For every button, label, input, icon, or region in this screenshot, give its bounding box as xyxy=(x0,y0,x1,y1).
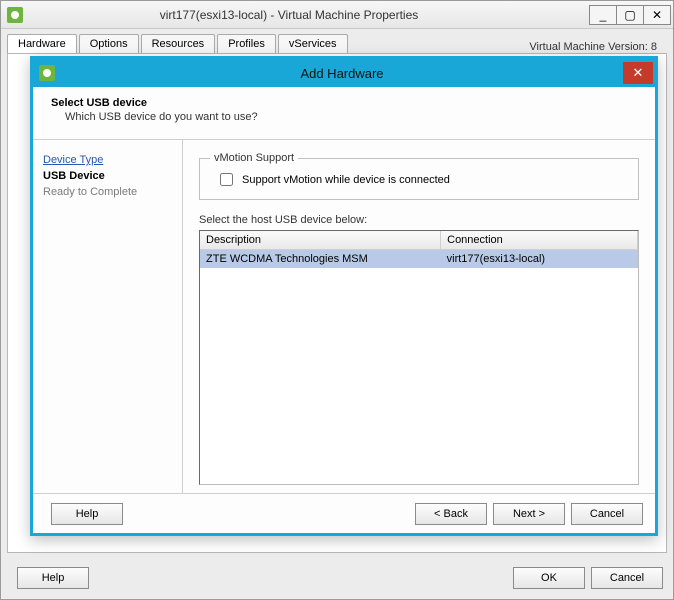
vmotion-support-group: vMotion Support Support vMotion while de… xyxy=(199,152,639,200)
table-row[interactable]: ZTE WCDMA Technologies MSM virt177(esxi1… xyxy=(200,250,638,269)
add-hardware-dialog: Add Hardware ✕ Select USB device Which U… xyxy=(30,56,658,536)
col-connection[interactable]: Connection xyxy=(441,231,638,250)
help-button[interactable]: Help xyxy=(17,567,89,589)
maximize-icon: ▢ xyxy=(624,9,635,21)
tab-hardware[interactable]: Hardware xyxy=(7,34,77,53)
tab-resources[interactable]: Resources xyxy=(141,34,216,53)
minimize-button[interactable]: _ xyxy=(589,5,617,25)
tab-profiles[interactable]: Profiles xyxy=(217,34,276,53)
vm-properties-footer: Help OK Cancel xyxy=(11,567,663,589)
close-button[interactable]: ✕ xyxy=(643,5,671,25)
add-hardware-titlebar[interactable]: Add Hardware ✕ xyxy=(33,59,655,87)
vmotion-checkbox[interactable] xyxy=(220,173,233,186)
back-button[interactable]: < Back xyxy=(415,503,487,525)
wizard-step-usb-device: USB Device xyxy=(43,168,172,184)
window-controls: _ ▢ ✕ xyxy=(589,5,671,25)
vm-version-label: Virtual Machine Version: 8 xyxy=(529,41,667,53)
wizard-step-subtitle: Which USB device do you want to use? xyxy=(65,111,637,123)
vmotion-checkbox-row[interactable]: Support vMotion while device is connecte… xyxy=(216,170,628,189)
wizard-main: Device Type USB Device Ready to Complete… xyxy=(33,140,655,493)
usb-device-table: Description Connection ZTE WCDMA Technol… xyxy=(199,230,639,485)
next-button[interactable]: Next > xyxy=(493,503,565,525)
dialog-close-button[interactable]: ✕ xyxy=(623,62,653,84)
usb-select-prompt: Select the host USB device below: xyxy=(199,214,639,226)
wizard-content: vMotion Support Support vMotion while de… xyxy=(183,140,655,493)
wizard-nav: Device Type USB Device Ready to Complete xyxy=(33,140,183,493)
vsphere-icon xyxy=(39,65,55,81)
add-hardware-body: Select USB device Which USB device do yo… xyxy=(33,87,655,533)
table-header-row: Description Connection xyxy=(200,231,638,250)
cancel-button[interactable]: Cancel xyxy=(591,567,663,589)
maximize-button[interactable]: ▢ xyxy=(616,5,644,25)
tab-options[interactable]: Options xyxy=(79,34,139,53)
ok-button[interactable]: OK xyxy=(513,567,585,589)
cancel-button[interactable]: Cancel xyxy=(571,503,643,525)
vmotion-checkbox-label: Support vMotion while device is connecte… xyxy=(242,174,450,186)
wizard-step-title: Select USB device xyxy=(51,97,637,109)
wizard-step-device-type[interactable]: Device Type xyxy=(43,152,172,168)
wizard-header: Select USB device Which USB device do yo… xyxy=(33,87,655,140)
cell-connection: virt177(esxi13-local) xyxy=(441,250,638,269)
wizard-step-ready: Ready to Complete xyxy=(43,184,172,200)
vm-properties-titlebar[interactable]: virt177(esxi13-local) - Virtual Machine … xyxy=(1,1,673,29)
add-hardware-footer: Help < Back Next > Cancel xyxy=(33,493,655,533)
close-icon: ✕ xyxy=(633,65,644,81)
cell-description: ZTE WCDMA Technologies MSM xyxy=(200,250,441,269)
vmotion-legend: vMotion Support xyxy=(210,152,298,164)
add-hardware-title: Add Hardware xyxy=(61,66,623,81)
tab-strip: Hardware Options Resources Profiles vSer… xyxy=(1,29,673,53)
close-icon: ✕ xyxy=(652,9,662,21)
vsphere-icon xyxy=(7,7,23,23)
col-description[interactable]: Description xyxy=(200,231,441,250)
tab-vservices[interactable]: vServices xyxy=(278,34,348,53)
help-button[interactable]: Help xyxy=(51,503,123,525)
vm-properties-title: virt177(esxi13-local) - Virtual Machine … xyxy=(29,8,589,22)
minimize-icon: _ xyxy=(600,9,607,21)
